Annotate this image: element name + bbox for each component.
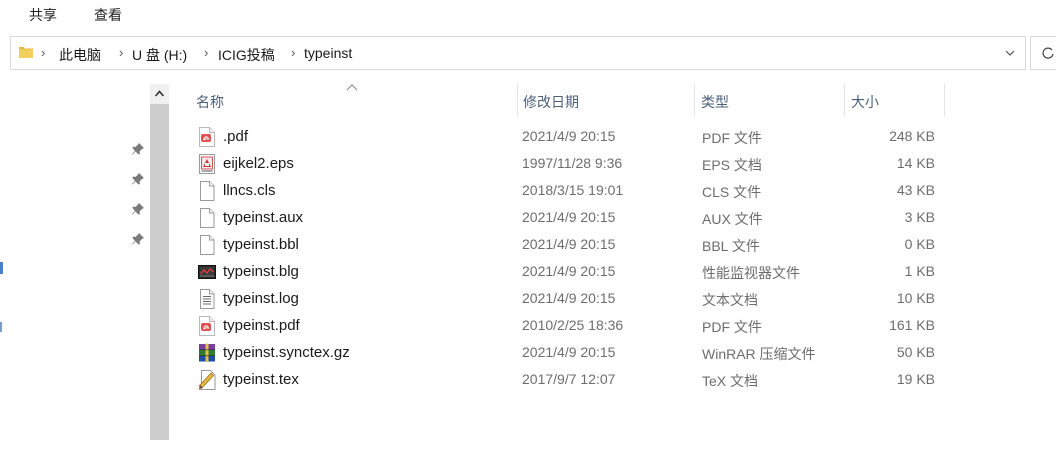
address-bar[interactable]: › 此电脑 › U 盘 (H:) › ICIG投稿 › typeinst [10, 36, 1026, 70]
file-modified-date: 2010/2/25 18:36 [522, 317, 624, 333]
file-type: BBL 文件 [702, 238, 760, 254]
file-name: .pdf [223, 128, 249, 145]
file-size: 10 KB [896, 290, 935, 306]
column-header-name-label: 名称 [196, 94, 224, 110]
pin-icon[interactable] [131, 202, 145, 216]
winrar-archive-icon [198, 343, 216, 363]
refresh-icon [1042, 47, 1054, 59]
file-type: EPS 文档 [702, 157, 762, 173]
column-header-type[interactable]: 类型 [695, 84, 845, 116]
file-name: typeinst.blg [223, 263, 299, 280]
chevron-right-icon: › [204, 45, 209, 60]
file-size: 248 KB [889, 128, 935, 144]
file-row[interactable]: llncs.cls 2018/3/15 19:01 CLS 文件 43 KB [190, 178, 970, 205]
file-row[interactable]: .pdf 2021/4/9 20:15 PDF 文件 248 KB [190, 124, 970, 151]
pin-icon[interactable] [131, 172, 145, 186]
file-type: PDF 文件 [702, 130, 762, 146]
ribbon-tab-share[interactable]: 共享 [29, 5, 57, 25]
pdf-icon [198, 127, 216, 147]
file-size: 50 KB [896, 344, 935, 360]
file-row[interactable]: typeinst.aux 2021/4/9 20:15 AUX 文件 3 KB [190, 205, 970, 232]
folder-icon [19, 47, 33, 58]
breadcrumb-icig[interactable]: ICIG投稿 [218, 45, 275, 65]
column-header-date[interactable]: 修改日期 [518, 84, 695, 116]
file-type: AUX 文件 [702, 211, 763, 227]
file-list: 名称 修改日期 类型 大小 .pdf 2021/4/9 20:15 PDF 文件 24… [170, 84, 1056, 460]
file-type: TeX 文档 [702, 373, 759, 389]
column-header-size[interactable]: 大小 [845, 84, 945, 116]
file-row[interactable]: typeinst.blg 2021/4/9 20:15 性能监视器文件 1 KB [190, 259, 970, 286]
file-type: PDF 文件 [702, 319, 762, 335]
file-name: typeinst.synctex.gz [223, 344, 350, 361]
performance-monitor-icon [198, 262, 216, 282]
file-row[interactable]: typeinst.synctex.gz 2021/4/9 20:15 WinRAR … [190, 340, 970, 367]
file-size: 3 KB [904, 209, 935, 225]
file-name: eijkel2.eps [223, 155, 294, 172]
file-size: 0 KB [904, 236, 935, 252]
nav-selection-marker [0, 262, 3, 274]
file-modified-date: 2021/4/9 20:15 [522, 236, 616, 252]
file-name: typeinst.log [223, 290, 299, 307]
chevron-down-icon[interactable] [1005, 48, 1015, 58]
ribbon-tab-view[interactable]: 查看 [94, 5, 122, 25]
ribbon: 共享 查看 [0, 0, 1056, 30]
chevron-right-icon: › [291, 45, 296, 60]
file-row[interactable]: typeinst.bbl 2021/4/9 20:15 BBL 文件 0 KB [190, 232, 970, 259]
file-size: 19 KB [896, 371, 935, 387]
file-type: WinRAR 压缩文件 [702, 346, 816, 362]
file-name: llncs.cls [223, 182, 276, 199]
file-modified-date: 2021/4/9 20:15 [522, 344, 616, 360]
blank-file-icon [198, 181, 216, 201]
eps-icon [198, 154, 216, 174]
breadcrumb-usb-drive[interactable]: U 盘 (H:) [132, 45, 187, 65]
file-modified-date: 2021/4/9 20:15 [522, 209, 616, 225]
blank-file-icon [198, 235, 216, 255]
refresh-button[interactable] [1030, 36, 1056, 70]
column-header-date-label: 修改日期 [523, 94, 579, 110]
column-header-type-label: 类型 [701, 94, 729, 110]
file-row[interactable]: typeinst.log 2021/4/9 20:15 文本文档 10 KB [190, 286, 970, 313]
file-type: 文本文档 [702, 292, 758, 308]
navigation-pane [0, 84, 150, 460]
pin-icon[interactable] [131, 142, 145, 156]
scroll-up-button[interactable] [150, 84, 169, 104]
file-modified-date: 2018/3/15 19:01 [522, 182, 624, 198]
tex-file-icon: 1 [198, 370, 216, 392]
pin-icon[interactable] [131, 232, 145, 246]
file-row[interactable]: eijkel2.eps 1997/11/28 9:36 EPS 文档 14 KB [190, 151, 970, 178]
file-name: typeinst.tex [223, 371, 299, 388]
file-size: 14 KB [896, 155, 935, 171]
address-row: › 此电脑 › U 盘 (H:) › ICIG投稿 › typeinst [0, 30, 1056, 80]
chevron-right-icon: › [41, 45, 46, 60]
file-modified-date: 2021/4/9 20:15 [522, 290, 616, 306]
breadcrumb-typeinst[interactable]: typeinst [304, 45, 352, 61]
text-file-icon [198, 289, 216, 309]
file-name: typeinst.bbl [223, 236, 299, 253]
file-modified-date: 2021/4/9 20:15 [522, 263, 616, 279]
column-header-size-label: 大小 [851, 94, 879, 110]
file-modified-date: 2017/9/7 12:07 [522, 371, 616, 387]
file-modified-date: 2021/4/9 20:15 [522, 128, 616, 144]
breadcrumb-this-pc[interactable]: 此电脑 [59, 45, 101, 65]
file-size: 161 KB [889, 317, 935, 333]
nav-selection-marker [0, 322, 2, 332]
file-name: typeinst.pdf [223, 317, 300, 334]
file-row[interactable]: typeinst.pdf 2010/2/25 18:36 PDF 文件 161 KB [190, 313, 970, 340]
file-type: CLS 文件 [702, 184, 762, 200]
chevron-up-icon [155, 90, 164, 97]
file-modified-date: 1997/11/28 9:36 [522, 155, 623, 171]
chevron-right-icon: › [119, 45, 124, 60]
column-header-name[interactable]: 名称 [190, 84, 518, 116]
blank-file-icon [198, 208, 216, 228]
file-name: typeinst.aux [223, 209, 304, 226]
svg-text:1: 1 [198, 385, 202, 391]
file-size: 43 KB [896, 182, 935, 198]
file-type: 性能监视器文件 [702, 265, 800, 281]
nav-scrollbar-thumb[interactable] [150, 104, 169, 440]
file-row[interactable]: 1 typeinst.tex 2017/9/7 12:07 TeX 文档 19 KB [190, 367, 970, 394]
pdf-icon [198, 316, 216, 336]
file-size: 1 KB [904, 263, 935, 279]
